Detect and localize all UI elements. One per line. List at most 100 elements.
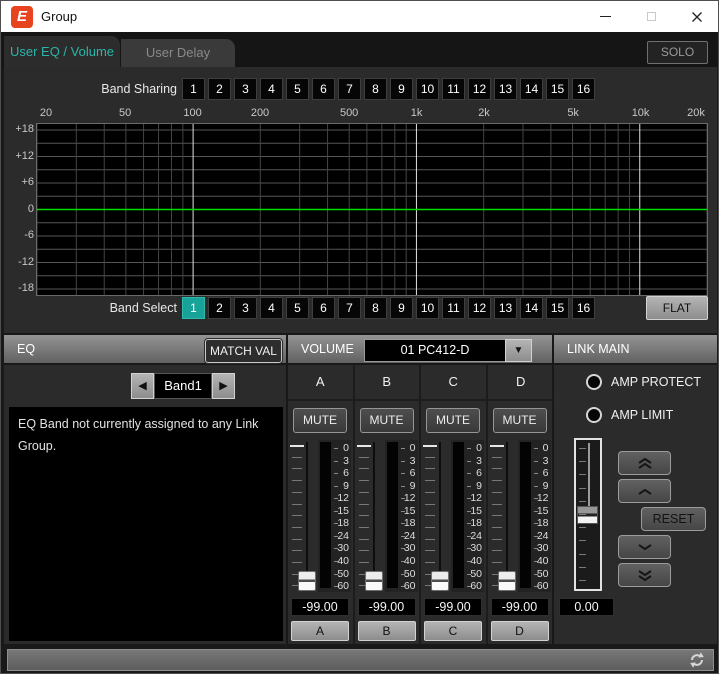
band-sharing-button-5[interactable]: 5 [286,78,309,100]
band-select-button-4[interactable]: 4 [260,297,283,319]
channel-value-A[interactable]: -99.00 [291,598,349,616]
band-sharing-button-1[interactable]: 1 [182,78,205,100]
refresh-icon[interactable] [688,651,706,669]
band-prev-button[interactable]: ◀ [131,373,154,399]
level-meter-A: 03691215182430405060 [318,440,351,592]
channel-button-D[interactable]: D [491,621,549,641]
fader-handle-B[interactable] [365,571,383,591]
band-sharing-button-3[interactable]: 3 [234,78,257,100]
decrease-button[interactable] [618,535,671,559]
band-select-button-7[interactable]: 7 [338,297,361,319]
fader-handle-D[interactable] [498,571,516,591]
fader-track-A[interactable] [306,442,308,591]
band-select-button-6[interactable]: 6 [312,297,335,319]
link-main-fader[interactable] [574,438,602,591]
fader-tick [425,562,435,563]
band-next-button[interactable]: ▶ [212,373,235,399]
band-select-button-12[interactable]: 12 [468,297,491,319]
volume-panel-title: VOLUME [288,342,354,356]
scale-number-6: 6 [534,467,549,479]
channel-value-B[interactable]: -99.00 [358,598,416,616]
close-button[interactable] [674,1,719,32]
meter-bar-A [320,442,331,588]
band-sharing-button-2[interactable]: 2 [208,78,231,100]
band-sharing-button-8[interactable]: 8 [364,78,387,100]
band-sharing-button-15[interactable]: 15 [546,78,569,100]
band-select-button-1[interactable]: 1 [182,297,205,319]
match-val-button[interactable]: MATCH VAL [205,339,282,363]
mute-button-D[interactable]: MUTE [493,408,547,433]
band-select-button-13[interactable]: 13 [494,297,517,319]
channel-value-C[interactable]: -99.00 [424,598,482,616]
link-fader-handle[interactable] [577,506,598,524]
band-sharing-button-10[interactable]: 10 [416,78,439,100]
band-sharing-button-12[interactable]: 12 [468,78,491,100]
tab-user-delay[interactable]: User Delay [121,39,235,67]
reset-button[interactable]: RESET [641,507,706,531]
maximize-button[interactable] [628,1,674,32]
channel-label-C: C [421,365,486,401]
band-select-button-15[interactable]: 15 [546,297,569,319]
fader-track-C[interactable] [439,442,441,591]
fader-tick [425,515,435,516]
dropdown-arrow-button[interactable]: ▼ [505,339,532,362]
scale-number-0: 0 [401,442,416,454]
mute-button-A[interactable]: MUTE [293,408,347,433]
scale-number-18: 18 [467,517,482,529]
band-select-button-8[interactable]: 8 [364,297,387,319]
band-sharing-button-4[interactable]: 4 [260,78,283,100]
scale-number-40: 40 [401,555,416,567]
band-sharing-button-14[interactable]: 14 [520,78,543,100]
device-selector[interactable]: 01 PC412-D ▼ [364,339,532,362]
status-bar [7,649,714,671]
band-select-button-5[interactable]: 5 [286,297,309,319]
double-chevron-up-icon [636,457,654,470]
band-sharing-button-6[interactable]: 6 [312,78,335,100]
fader-handle-C[interactable] [431,571,449,591]
scale-number-24: 24 [467,530,482,542]
tab-user-eq-volume[interactable]: User EQ / Volume [4,36,120,67]
coarse-increase-button[interactable] [618,451,671,475]
mute-button-B[interactable]: MUTE [360,408,414,433]
link-main-value[interactable]: 0.00 [559,598,614,616]
band-sharing-button-7[interactable]: 7 [338,78,361,100]
band-select-button-2[interactable]: 2 [208,297,231,319]
band-select-button-16[interactable]: 16 [572,297,595,319]
fader-tick [425,504,435,505]
band-sharing-button-11[interactable]: 11 [442,78,465,100]
scale-number-50: 50 [401,568,416,580]
channel-button-A[interactable]: A [291,621,349,641]
scale-number-0: 0 [467,442,482,454]
eq-link-message: EQ Band not currently assigned to any Li… [9,407,283,641]
volume-panel: VOLUME 01 PC412-D ▼ A MUTE 036912151824304… [288,333,554,644]
flat-button[interactable]: FLAT [646,296,708,320]
scale-number-18: 18 [401,517,416,529]
increase-button[interactable] [618,479,671,503]
band-select-button-3[interactable]: 3 [234,297,257,319]
band-select-button-9[interactable]: 9 [390,297,413,319]
solo-button[interactable]: SOLO [647,41,708,64]
mute-button-C[interactable]: MUTE [426,408,480,433]
freq-tick-5k: 5k [567,107,579,119]
fader-track-B[interactable] [373,442,375,591]
band-sharing-button-13[interactable]: 13 [494,78,517,100]
channel-value-D[interactable]: -99.00 [491,598,549,616]
minimize-button[interactable] [582,1,628,32]
band-select-button-11[interactable]: 11 [442,297,465,319]
band-select-button-14[interactable]: 14 [520,297,543,319]
frequency-axis-labels: 20501002005001k2k5k10k20k [36,107,708,121]
channel-button-B[interactable]: B [358,621,416,641]
band-select-button-10[interactable]: 10 [416,297,439,319]
link-fader-tick [579,554,586,555]
eq-response-graph[interactable] [36,123,708,296]
band-sharing-button-16[interactable]: 16 [572,78,595,100]
channel-button-C[interactable]: C [424,621,482,641]
freq-tick-1k: 1k [411,107,423,119]
scale-number-18: 18 [534,517,549,529]
scale-number-15: 15 [467,505,482,517]
fader-handle-A[interactable] [298,571,316,591]
fader-track-D[interactable] [506,442,508,591]
coarse-decrease-button[interactable] [618,563,671,587]
band-sharing-button-9[interactable]: 9 [390,78,413,100]
group-window: E Group User EQ / Volume User Delay SOLO… [0,0,719,674]
